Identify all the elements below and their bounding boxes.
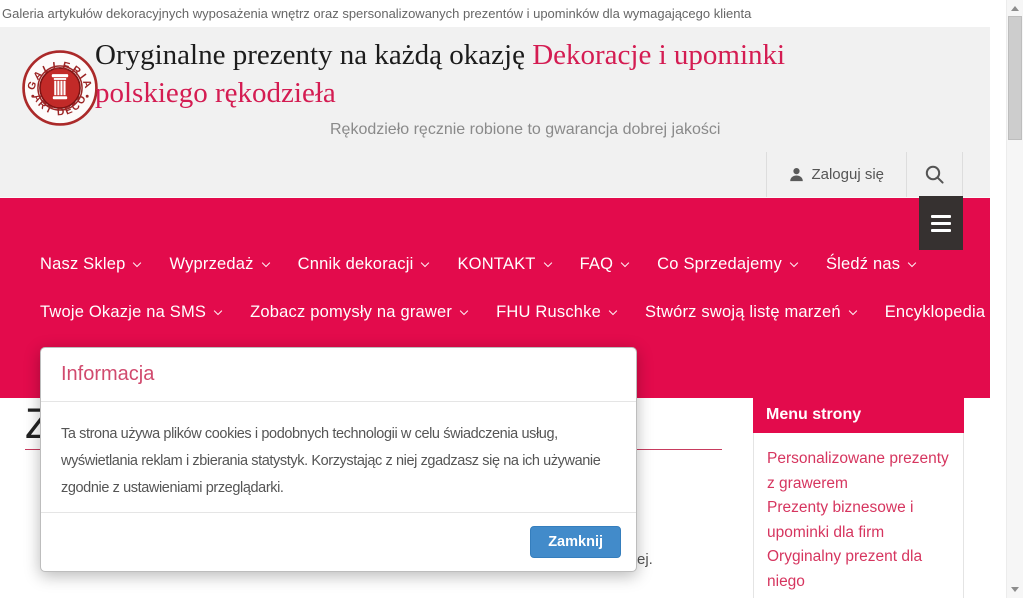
sidebar-link[interactable]: Oryginalny prezent dla niego bbox=[767, 545, 950, 594]
chevron-down-icon bbox=[543, 259, 551, 267]
person-icon bbox=[789, 167, 804, 182]
chevron-down-icon bbox=[261, 259, 269, 267]
chevron-down-icon bbox=[609, 307, 617, 315]
cookie-modal: Informacja Ta strona używa plików cookie… bbox=[40, 347, 637, 572]
modal-footer: Zamknij bbox=[41, 512, 636, 571]
modal-title: Informacja bbox=[61, 363, 616, 386]
scrollbar-up-arrow[interactable] bbox=[1007, 0, 1023, 17]
search-button[interactable] bbox=[906, 152, 963, 197]
scrollbar-thumb[interactable] bbox=[1008, 16, 1022, 140]
nav-item[interactable]: Co Sprzedajemy bbox=[657, 255, 797, 274]
nav-item[interactable]: Cnnik dekoracji bbox=[298, 255, 429, 274]
nav-item-label: FAQ bbox=[580, 255, 614, 274]
nav-item[interactable]: Zobacz pomysły na grawer bbox=[250, 303, 467, 322]
site-title: Oryginalne prezenty na każdą okazję Deko… bbox=[95, 36, 895, 112]
scrollbar-down-arrow[interactable] bbox=[1007, 581, 1023, 598]
loginbar: Zaloguj się bbox=[766, 152, 963, 197]
chevron-down-icon bbox=[421, 259, 429, 267]
site-tagline: Rękodzieło ręcznie robione to gwarancja … bbox=[330, 121, 720, 139]
chevron-down-icon bbox=[848, 307, 856, 315]
sidebar-link[interactable]: Elegancki upominek dla niej bbox=[767, 594, 950, 598]
page: Galeria artykułów dekoracyjnych wyposaże… bbox=[0, 0, 1023, 598]
chevron-down-icon bbox=[214, 307, 222, 315]
nav-item-label: Nasz Sklep bbox=[40, 255, 125, 274]
sidebar-title: Menu strony bbox=[753, 398, 964, 433]
nav-item-label: Encyklopedia bbox=[885, 303, 986, 322]
nav-item-label: Cnnik dekoracji bbox=[298, 255, 414, 274]
nav-item-label: KONTAKT bbox=[457, 255, 535, 274]
nav-item-label: Twoje Okazje na SMS bbox=[40, 303, 206, 322]
nav-item-label: Stwórz swoją listę marzeń bbox=[645, 303, 841, 322]
chevron-down-icon bbox=[460, 307, 468, 315]
nav-item[interactable]: FHU Ruschke bbox=[496, 303, 616, 322]
nav-item[interactable]: KONTAKT bbox=[457, 255, 550, 274]
sidebar-menu-strony: Menu strony Personalizowane prezenty z g… bbox=[753, 398, 964, 598]
login-link[interactable]: Zaloguj się bbox=[766, 152, 906, 197]
nav-row-2: Twoje Okazje na SMS Zobacz pomysły na gr… bbox=[40, 303, 1000, 322]
chevron-down-icon bbox=[908, 259, 916, 267]
nav-item[interactable]: FAQ bbox=[580, 255, 629, 274]
nav-item-label: Zobacz pomysły na grawer bbox=[250, 303, 452, 322]
nav-item[interactable]: Stwórz swoją listę marzeń bbox=[645, 303, 856, 322]
triangle-down-icon bbox=[1011, 587, 1019, 592]
hamburger-icon bbox=[931, 215, 951, 218]
chevron-down-icon bbox=[790, 259, 798, 267]
close-modal-button[interactable]: Zamknij bbox=[530, 526, 621, 558]
chevron-down-icon bbox=[621, 259, 629, 267]
modal-body-text: Ta strona używa plików cookies i podobny… bbox=[41, 402, 636, 512]
sidebar-link[interactable]: Personalizowane prezenty z grawerem bbox=[767, 447, 950, 496]
site-header: GALLERIA ART DECO Oryginalne prezenty na… bbox=[0, 27, 990, 198]
nav-item[interactable]: Nasz Sklep bbox=[40, 255, 140, 274]
nav-item[interactable]: Wyprzedaż bbox=[169, 255, 268, 274]
modal-header: Informacja bbox=[41, 348, 636, 402]
triangle-up-icon bbox=[1011, 6, 1019, 11]
nav-item-label: Co Sprzedajemy bbox=[657, 255, 782, 274]
nav-row-1: Nasz Sklep Wyprzedaż Cnnik dekoracji KON… bbox=[40, 255, 915, 274]
search-icon bbox=[924, 164, 945, 185]
site-title-primary: Oryginalne prezenty na każdą okazję bbox=[95, 39, 525, 71]
nav-item-label: Śledź nas bbox=[826, 255, 900, 274]
galleria-art-deco-logo-icon[interactable]: GALLERIA ART DECO bbox=[21, 49, 99, 127]
sidebar-link[interactable]: Prezenty biznesowe i upominki dla firm bbox=[767, 496, 950, 545]
login-label: Zaloguj się bbox=[811, 166, 884, 183]
nav-item[interactable]: Twoje Okazje na SMS bbox=[40, 303, 221, 322]
nav-item[interactable]: Śledź nas bbox=[826, 255, 915, 274]
nav-item-label: FHU Ruschke bbox=[496, 303, 601, 322]
scrollbar bbox=[1006, 0, 1023, 598]
nav-item[interactable]: Encyklopedia bbox=[885, 303, 1001, 322]
sidebar-links: Personalizowane prezenty z grawerem Prez… bbox=[753, 433, 964, 598]
chevron-down-icon bbox=[133, 259, 141, 267]
hamburger-menu-button[interactable] bbox=[919, 196, 963, 250]
chevron-down-icon bbox=[993, 307, 1001, 315]
topbar-text: Galeria artykułów dekoracyjnych wyposaże… bbox=[0, 0, 990, 27]
obscured-text-fragment: ej. bbox=[637, 551, 653, 568]
nav-item-label: Wyprzedaż bbox=[169, 255, 253, 274]
